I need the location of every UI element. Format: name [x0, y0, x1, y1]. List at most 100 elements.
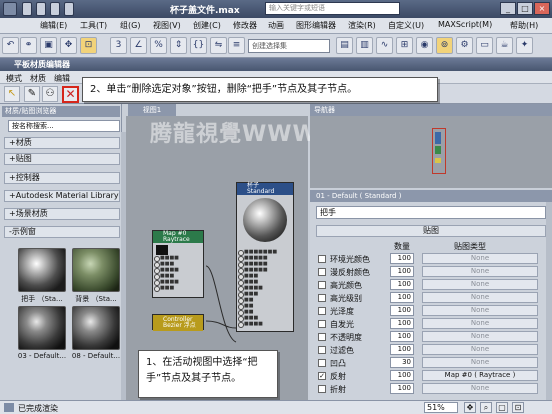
map-slot-button[interactable]: None: [422, 279, 538, 290]
category-materials[interactable]: +材质: [4, 137, 120, 149]
pan-icon[interactable]: ✥: [464, 402, 476, 413]
map-enable-checkbox[interactable]: [318, 268, 326, 276]
open-file-icon[interactable]: [22, 2, 32, 16]
browser-search-input[interactable]: 按名称搜索...: [8, 120, 120, 132]
render-production-icon[interactable]: ☕: [496, 37, 513, 54]
node-raytrace-map[interactable]: Map #0 Raytrace ■■■■ ■■■ ■■■■ ■■■ ■■■■ ■…: [152, 230, 204, 298]
map-amount-spinner[interactable]: 100: [390, 253, 414, 264]
delete-selected-button[interactable]: ✕: [62, 86, 79, 103]
map-amount-spinner[interactable]: 100: [390, 305, 414, 316]
node-controller[interactable]: Controller Bezier 浮点: [152, 314, 204, 331]
navigator-panel[interactable]: [310, 116, 552, 188]
layer-icon[interactable]: ▤: [336, 37, 353, 54]
map-enable-checkbox[interactable]: ✓: [318, 372, 326, 380]
ribbon-icon[interactable]: ▥: [356, 37, 373, 54]
map-slot-button[interactable]: None: [422, 344, 538, 355]
angle-snap-icon[interactable]: ∠: [130, 37, 147, 54]
mirror-icon[interactable]: ⇋: [210, 37, 227, 54]
map-amount-spinner[interactable]: 100: [390, 331, 414, 342]
map-slot-button[interactable]: None: [422, 357, 538, 368]
map-slot-button[interactable]: None: [422, 331, 538, 342]
sample-slot-08[interactable]: [72, 306, 120, 350]
map-enable-checkbox[interactable]: [318, 281, 326, 289]
schematic-view-icon[interactable]: ⊞: [396, 37, 413, 54]
select-object-icon[interactable]: ▣: [40, 37, 57, 54]
rendered-frame-icon[interactable]: ▭: [476, 37, 493, 54]
undo-tool-icon[interactable]: ↶: [2, 37, 19, 54]
map-amount-spinner[interactable]: 100: [390, 292, 414, 303]
category-maps[interactable]: +贴图: [4, 153, 120, 165]
port[interactable]: ■■■: [153, 285, 203, 292]
map-amount-spinner[interactable]: 100: [390, 279, 414, 290]
menu-modifiers[interactable]: 修改器: [233, 20, 257, 31]
menu-animation[interactable]: 动画: [268, 20, 284, 31]
sample-slot-03[interactable]: [18, 306, 66, 350]
zoom-icon[interactable]: ⌕: [480, 402, 492, 413]
edit-named-sets-icon[interactable]: {}: [190, 37, 207, 54]
sample-slot-background[interactable]: [72, 248, 120, 292]
map-enable-checkbox[interactable]: [318, 333, 326, 341]
map-slot-button[interactable]: None: [422, 318, 538, 329]
assign-material-icon[interactable]: ⚇: [42, 86, 58, 102]
map-enable-checkbox[interactable]: [318, 385, 326, 393]
sample-slot-handle[interactable]: [18, 248, 66, 292]
menu-maxscript[interactable]: MAXScript(M): [438, 20, 492, 29]
map-enable-checkbox[interactable]: [318, 294, 326, 302]
pick-material-icon[interactable]: ✎: [24, 86, 40, 102]
search-input[interactable]: 输入关键字或短语: [265, 2, 400, 15]
select-tool-icon[interactable]: ↖: [4, 86, 20, 102]
menu-help[interactable]: 帮助(H): [510, 20, 538, 31]
slate-menu-material[interactable]: 材质: [30, 73, 46, 84]
map-enable-checkbox[interactable]: [318, 359, 326, 367]
map-enable-checkbox[interactable]: [318, 320, 326, 328]
percent-snap-icon[interactable]: %: [150, 37, 167, 54]
maps-rollout-header[interactable]: 贴图: [316, 225, 546, 237]
zoom-region-icon[interactable]: ▢: [496, 402, 508, 413]
map-slot-button[interactable]: None: [422, 383, 538, 394]
menu-rendering[interactable]: 渲染(R): [348, 20, 376, 31]
map-enable-checkbox[interactable]: [318, 255, 326, 263]
map-amount-spinner[interactable]: 30: [390, 357, 414, 368]
redo-icon[interactable]: [64, 2, 74, 16]
map-amount-spinner[interactable]: 100: [390, 318, 414, 329]
category-controllers[interactable]: +控制器: [4, 172, 120, 184]
params-scrollbar[interactable]: [546, 202, 552, 400]
node-cup-material[interactable]: 杯子 Standard ■■■■■■■ ■■■■■ ■■■■■ ■■■■■ ■■…: [236, 182, 294, 332]
slate-menu-modes[interactable]: 模式: [6, 73, 22, 84]
select-link-icon[interactable]: ⚭: [20, 37, 37, 54]
render-iterative-icon[interactable]: ✦: [516, 37, 533, 54]
map-amount-spinner[interactable]: 100: [390, 266, 414, 277]
select-move-icon[interactable]: ⊡: [80, 37, 97, 54]
material-editor-icon[interactable]: ◉: [416, 37, 433, 54]
tab-view1[interactable]: 视图1: [128, 104, 176, 116]
undo-icon[interactable]: [50, 2, 60, 16]
menu-views[interactable]: 视图(V): [153, 20, 181, 31]
save-file-icon[interactable]: [36, 2, 46, 16]
map-amount-spinner[interactable]: 100: [390, 344, 414, 355]
minimize-button[interactable]: _: [500, 2, 516, 15]
slate-editor-icon[interactable]: ⊚: [436, 37, 453, 54]
named-selection-set-dropdown[interactable]: 创建选择集: [248, 39, 330, 53]
menu-tools[interactable]: 工具(T): [80, 20, 107, 31]
menu-graph-editors[interactable]: 图形编辑器: [296, 20, 336, 31]
material-name-field[interactable]: 把手: [316, 206, 546, 219]
snap-3d-icon[interactable]: 3: [110, 37, 127, 54]
align-icon[interactable]: ≡: [228, 37, 245, 54]
category-autodesk-library[interactable]: +Autodesk Material Library: [4, 190, 120, 202]
maximize-button[interactable]: □: [517, 2, 533, 15]
zoom-dropdown[interactable]: 51%: [424, 402, 458, 413]
render-setup-icon[interactable]: ⚙: [456, 37, 473, 54]
zoom-extents-icon[interactable]: ⊡: [512, 402, 524, 413]
map-slot-button[interactable]: None: [422, 305, 538, 316]
category-scene-materials[interactable]: +场景材质: [4, 208, 120, 220]
slate-menu-edit[interactable]: 编辑: [54, 73, 70, 84]
move-icon[interactable]: ✥: [60, 37, 77, 54]
map-enable-checkbox[interactable]: [318, 307, 326, 315]
spinner-snap-icon[interactable]: ⇕: [170, 37, 187, 54]
map-slot-button[interactable]: None: [422, 292, 538, 303]
port[interactable]: ■■■■: [237, 321, 293, 328]
app-logo-icon[interactable]: [3, 2, 17, 16]
menu-edit[interactable]: 编辑(E): [40, 20, 67, 31]
menu-create[interactable]: 创建(C): [193, 20, 221, 31]
map-slot-button[interactable]: None: [422, 266, 538, 277]
